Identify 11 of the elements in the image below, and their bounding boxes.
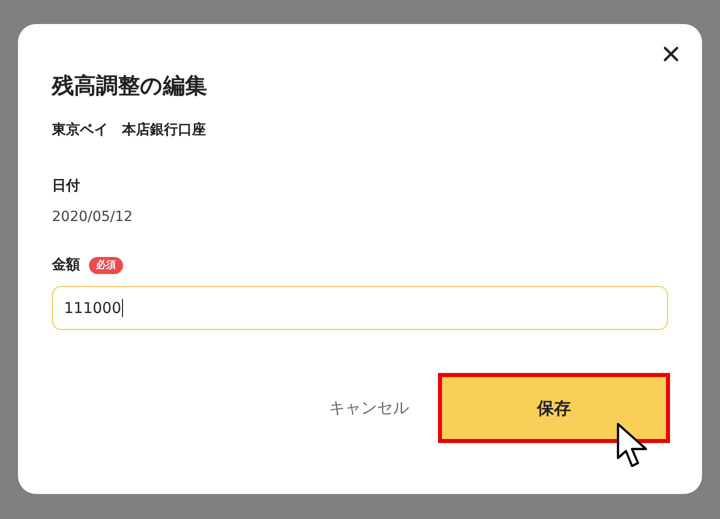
account-name: 東京ベイ 本店銀行口座 xyxy=(52,121,207,139)
mouse-pointer-icon xyxy=(616,422,650,470)
dialog-title: 残高調整の編集 xyxy=(52,73,208,101)
date-value: 2020/05/12 xyxy=(52,208,134,226)
amount-field[interactable]: 111000 xyxy=(52,286,668,330)
required-badge: 必須 xyxy=(89,256,123,274)
field-label: 金額 xyxy=(52,256,80,274)
field-label: 日付 xyxy=(52,177,81,195)
cancel-button[interactable]: キャンセル xyxy=(324,392,414,424)
save-button[interactable]: 保存 xyxy=(438,373,670,443)
close-icon[interactable] xyxy=(663,46,679,62)
